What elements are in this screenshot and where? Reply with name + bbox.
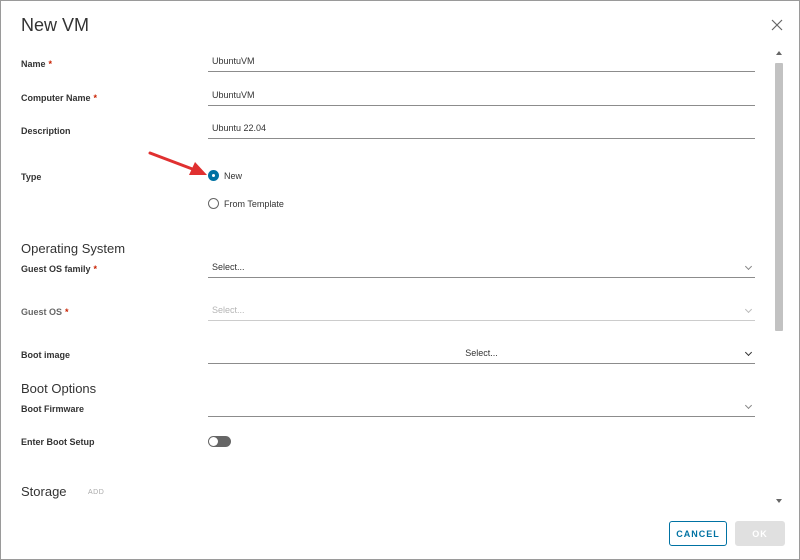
guest-os-family-label: Guest OS family *	[21, 264, 98, 274]
chevron-down-icon	[744, 305, 753, 314]
dialog-footer: CANCEL OK	[1, 507, 800, 560]
annotation-arrow-icon	[148, 151, 207, 175]
scrollbar-thumb[interactable]	[775, 63, 783, 331]
type-option-from-template[interactable]: From Template	[208, 198, 284, 209]
boot-firmware-label: Boot Firmware	[21, 404, 85, 414]
close-icon[interactable]	[771, 19, 785, 33]
storage-add-link[interactable]: ADD	[88, 489, 104, 496]
radio-unchecked-icon[interactable]	[208, 198, 219, 209]
type-option-new[interactable]: New	[208, 170, 242, 181]
dialog-content: Name * UbuntuVM Computer Name * UbuntuVM D…	[1, 45, 773, 507]
dialog-title: New VM	[21, 15, 90, 35]
enter-boot-setup-label: Enter Boot Setup	[21, 437, 95, 447]
radio-checked-icon[interactable]	[208, 170, 219, 181]
enter-boot-setup-toggle[interactable]	[208, 436, 231, 447]
name-label: Name *	[21, 59, 53, 69]
operating-system-heading: Operating System	[21, 241, 126, 256]
description-input[interactable]: Ubuntu 22.04	[208, 121, 755, 139]
boot-options-heading: Boot Options	[21, 381, 97, 396]
description-label: Description	[21, 126, 71, 136]
scroll-up-icon[interactable]	[776, 51, 782, 55]
new-vm-dialog: New VM Name * UbuntuVM Computer Name * Ubu…	[0, 0, 800, 560]
scroll-down-icon[interactable]	[776, 499, 782, 503]
boot-firmware-select[interactable]	[208, 399, 755, 417]
toggle-knob	[209, 437, 218, 446]
chevron-down-icon	[744, 348, 753, 357]
chevron-down-icon	[744, 401, 753, 410]
chevron-down-icon	[744, 262, 753, 271]
boot-image-label: Boot image	[21, 350, 71, 360]
storage-heading: Storage	[21, 484, 67, 499]
guest-os-family-select[interactable]: Select...	[208, 260, 755, 278]
type-label: Type	[21, 172, 42, 182]
cancel-button[interactable]: CANCEL	[669, 521, 727, 546]
guest-os-select[interactable]: Select...	[208, 303, 755, 321]
ok-button[interactable]: OK	[735, 521, 785, 546]
boot-image-select[interactable]: Select...	[208, 346, 755, 364]
computer-name-label: Computer Name *	[21, 93, 98, 103]
scrollbar[interactable]	[774, 51, 784, 503]
guest-os-label: Guest OS *	[21, 307, 69, 317]
computer-name-input[interactable]: UbuntuVM	[208, 88, 755, 106]
name-input[interactable]: UbuntuVM	[208, 54, 755, 72]
